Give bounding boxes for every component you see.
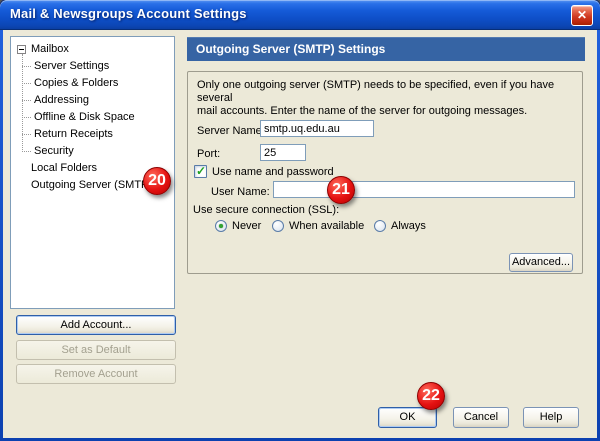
description-text: Only one outgoing server (SMTP) needs to… (197, 79, 577, 118)
radio-icon (215, 220, 227, 232)
use-name-password-label: Use name and password (212, 166, 334, 178)
checkbox-box: ✓ (194, 165, 207, 178)
add-account-button[interactable]: Add Account... (16, 315, 176, 335)
tree-item-copies-folders[interactable]: Copies & Folders (11, 75, 174, 92)
smtp-settings-group: Only one outgoing server (SMTP) needs to… (187, 71, 583, 274)
tree-item-server-settings[interactable]: Server Settings (11, 58, 174, 75)
ssl-label: Use secure connection (SSL): (193, 204, 339, 216)
help-button[interactable]: Help (523, 407, 579, 428)
annotation-circle-21: 21 (327, 176, 355, 204)
annotation-circle-20: 20 (143, 167, 171, 195)
port-label: Port: (197, 148, 220, 160)
annotation-circle-22: 22 (417, 382, 445, 410)
dialog-content: Mailbox Server Settings Copies & Folders… (3, 30, 597, 438)
radio-icon (374, 220, 386, 232)
tree-item-offline-disk-space[interactable]: Offline & Disk Space (11, 109, 174, 126)
advanced-button[interactable]: Advanced... (509, 253, 573, 272)
server-name-input[interactable] (260, 120, 374, 137)
user-name-input[interactable] (273, 181, 575, 198)
tree-item-mailbox[interactable]: Mailbox (11, 41, 174, 58)
tree-item-return-receipts[interactable]: Return Receipts (11, 126, 174, 143)
port-input[interactable] (260, 144, 306, 161)
window-title: Mail & Newsgroups Account Settings (10, 6, 247, 21)
checkmark-icon: ✓ (196, 164, 206, 178)
remove-account-button: Remove Account (16, 364, 176, 384)
close-button[interactable]: ✕ (571, 5, 593, 26)
ok-button[interactable]: OK (378, 407, 437, 428)
cancel-button[interactable]: Cancel (453, 407, 509, 428)
tree-item-addressing[interactable]: Addressing (11, 92, 174, 109)
set-as-default-button: Set as Default (16, 340, 176, 360)
close-icon: ✕ (577, 8, 587, 22)
pane-title: Outgoing Server (SMTP) Settings (187, 37, 585, 61)
server-name-label: Server Name: (197, 125, 265, 137)
radio-icon (272, 220, 284, 232)
tree-item-security[interactable]: Security (11, 143, 174, 160)
collapse-icon[interactable] (17, 45, 26, 54)
account-settings-dialog: Mail & Newsgroups Account Settings ✕ Mai… (0, 0, 600, 441)
user-name-label: User Name: (211, 186, 270, 198)
titlebar: Mail & Newsgroups Account Settings ✕ (0, 0, 600, 30)
